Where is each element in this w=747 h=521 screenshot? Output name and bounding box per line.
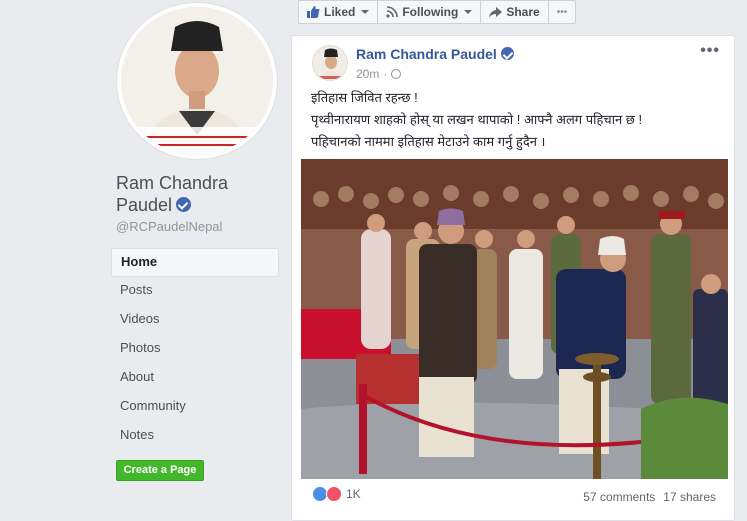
page-profile-picture[interactable] [116, 2, 278, 160]
post-line: इतिहास जिवित रहन्छ ! [311, 90, 418, 105]
post-line: पहिचानको नाममा इतिहास मेटाउने काम गर्नु … [311, 134, 546, 149]
following-label: Following [402, 5, 459, 19]
page-handle[interactable]: @RCPaudelNepal [116, 219, 222, 234]
nav-item-about[interactable]: About [111, 364, 279, 393]
ceremony-photo-image [301, 159, 728, 479]
nav-item-posts[interactable]: Posts [111, 277, 279, 306]
comments-count[interactable]: 57 comments [583, 490, 655, 504]
rss-icon [386, 6, 399, 18]
nav-item-videos[interactable]: Videos [111, 306, 279, 335]
post-author-name[interactable]: Ram Chandra Paudel [356, 46, 514, 62]
shares-count[interactable]: 17 shares [663, 490, 716, 504]
more-icon: ••• [556, 6, 568, 18]
separator-dot: · [383, 67, 388, 81]
globe-icon[interactable] [391, 69, 402, 79]
page-name-text[interactable]: Ram Chandra Paudel [116, 173, 228, 215]
post-meta: 20m · [356, 67, 402, 81]
share-button[interactable]: Share [481, 1, 549, 23]
page-name[interactable]: Ram Chandra Paudel [116, 172, 276, 216]
chevron-down-icon [361, 10, 370, 14]
page-nav: Home Posts Videos Photos About Community… [111, 248, 279, 451]
post-photo[interactable] [301, 159, 728, 479]
nav-item-community[interactable]: Community [111, 393, 279, 422]
post-card: Ram Chandra Paudel 20m · ••• इतिहास जिवि… [291, 35, 735, 521]
post-text: इतिहास जिवित रहन्छ ! पृथ्वीनारायण शाहको … [311, 87, 721, 153]
thumbs-up-icon [307, 6, 320, 18]
avatar-image [313, 46, 347, 80]
chevron-down-icon [464, 10, 473, 14]
nav-item-photos[interactable]: Photos [111, 335, 279, 364]
page-action-bar: Liked Following Share ••• [298, 0, 577, 24]
post-engagement-counts: 57 comments 17 shares [583, 490, 716, 504]
reaction-summary[interactable]: 1K [312, 486, 361, 502]
post-timestamp[interactable]: 20m [356, 67, 379, 81]
post-line: पृथ्वीनारायण शाहको होस् या लखन थापाको ! … [311, 112, 643, 127]
nav-item-home[interactable]: Home [111, 248, 279, 277]
share-label: Share [506, 5, 540, 19]
following-button[interactable]: Following [378, 1, 482, 23]
profile-portrait-image [121, 7, 273, 155]
love-reaction-icon [326, 486, 342, 502]
verified-badge-icon [176, 197, 192, 212]
post-author-text[interactable]: Ram Chandra Paudel [356, 46, 497, 62]
create-page-button[interactable]: Create a Page [116, 460, 204, 481]
share-arrow-icon [489, 6, 503, 18]
post-author-avatar[interactable] [312, 45, 348, 81]
nav-item-notes[interactable]: Notes [111, 422, 279, 451]
reaction-count[interactable]: 1K [346, 487, 361, 501]
post-options-button[interactable]: ••• [700, 42, 720, 60]
liked-button[interactable]: Liked [299, 1, 379, 23]
verified-badge-icon [500, 47, 514, 60]
liked-label: Liked [324, 5, 356, 19]
more-options-button[interactable]: ••• [549, 1, 576, 23]
